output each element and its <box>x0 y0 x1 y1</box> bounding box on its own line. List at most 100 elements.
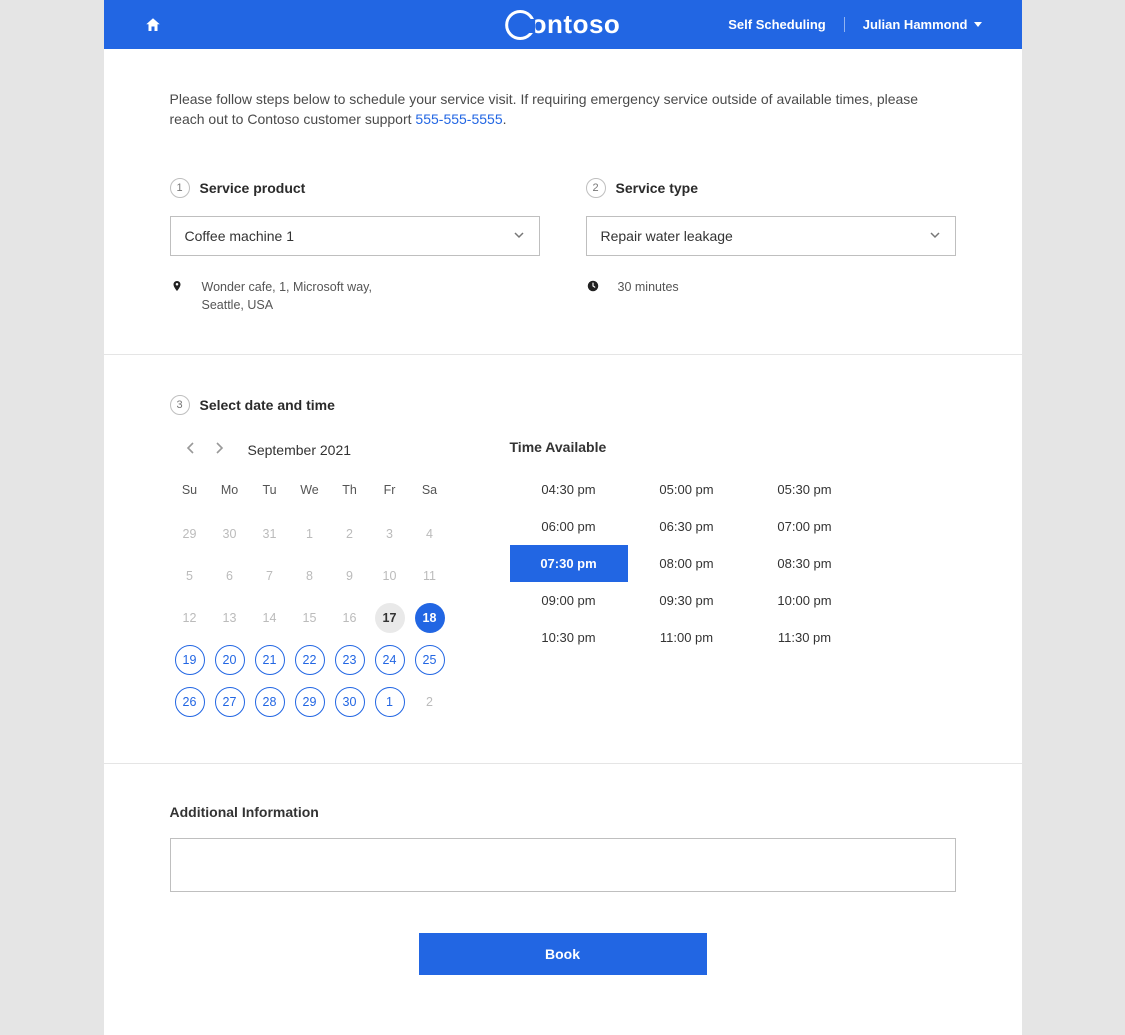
divider <box>104 763 1022 764</box>
time-slot[interactable]: 10:00 pm <box>746 582 864 619</box>
time-slot[interactable]: 07:00 pm <box>746 508 864 545</box>
calendar-day: 4 <box>426 513 433 555</box>
calendar-day[interactable]: 29 <box>295 687 325 717</box>
step-2-head: 2 Service type <box>586 178 956 198</box>
step-1: 1 Service product Coffee machine 1 Wonde… <box>170 178 540 314</box>
calendar-day[interactable]: 20 <box>215 645 245 675</box>
calendar-day: 1 <box>306 513 313 555</box>
calendar-day: 10 <box>383 555 397 597</box>
service-type-value: Repair water leakage <box>601 228 733 244</box>
calendar-month: September 2021 <box>248 442 352 458</box>
additional-info-input[interactable] <box>170 838 956 892</box>
calendar-weekday: Sa <box>410 475 450 513</box>
time-slot[interactable]: 11:30 pm <box>746 619 864 656</box>
time-available: Time Available 04:30 pm05:00 pm05:30 pm0… <box>510 437 956 723</box>
calendar-day[interactable]: 28 <box>255 687 285 717</box>
location-pin-icon <box>170 278 184 314</box>
chevron-down-icon <box>513 228 525 244</box>
time-slot[interactable]: 09:00 pm <box>510 582 628 619</box>
calendar-day[interactable]: 25 <box>415 645 445 675</box>
step-3-head: 3 Select date and time <box>170 395 956 415</box>
time-slot[interactable]: 11:00 pm <box>628 619 746 656</box>
calendar-day[interactable]: 22 <box>295 645 325 675</box>
calendar-head: September 2021 <box>170 437 450 463</box>
user-menu[interactable]: Julian Hammond <box>845 17 982 32</box>
time-slot[interactable]: 06:00 pm <box>510 508 628 545</box>
book-button[interactable]: Book <box>419 933 707 975</box>
calendar-day: 13 <box>223 597 237 639</box>
home-icon[interactable] <box>144 16 162 34</box>
step-1-title: Service product <box>200 180 306 196</box>
additional-info-title: Additional Information <box>170 804 956 820</box>
additional-info-section: Additional Information <box>170 804 956 895</box>
calendar-day: 31 <box>263 513 277 555</box>
step-row-1: 1 Service product Coffee machine 1 Wonde… <box>170 178 956 314</box>
calendar-day: 15 <box>303 597 317 639</box>
step-1-head: 1 Service product <box>170 178 540 198</box>
calendar-day[interactable]: 27 <box>215 687 245 717</box>
time-available-title: Time Available <box>510 439 956 455</box>
calendar-day[interactable]: 17 <box>375 603 405 633</box>
self-scheduling-link[interactable]: Self Scheduling <box>728 17 845 32</box>
time-slot[interactable]: 06:30 pm <box>628 508 746 545</box>
brand-text: ontoso <box>531 9 621 40</box>
step-1-num: 1 <box>170 178 190 198</box>
calendar-weekday: Th <box>330 475 370 513</box>
book-wrap: Book <box>170 933 956 975</box>
step-2-title: Service type <box>616 180 699 196</box>
time-slot[interactable]: 07:30 pm <box>510 545 628 582</box>
calendar-day[interactable]: 24 <box>375 645 405 675</box>
calendar-day: 16 <box>343 597 357 639</box>
logo-c-icon <box>505 10 535 40</box>
calendar-day: 8 <box>306 555 313 597</box>
calendar-day[interactable]: 18 <box>415 603 445 633</box>
calendar-day: 5 <box>186 555 193 597</box>
step-3-title: Select date and time <box>200 397 335 413</box>
support-phone-link[interactable]: 555-555-5555 <box>415 111 502 127</box>
calendar-day[interactable]: 23 <box>335 645 365 675</box>
calendar-weekday: We <box>290 475 330 513</box>
duration-meta: 30 minutes <box>586 278 956 296</box>
duration-text: 30 minutes <box>618 278 679 296</box>
location-line-2: Seattle, USA <box>202 296 372 314</box>
calendar-day: 30 <box>223 513 237 555</box>
service-product-value: Coffee machine 1 <box>185 228 294 244</box>
location-text: Wonder cafe, 1, Microsoft way, Seattle, … <box>202 278 372 314</box>
brand-logo: ontoso <box>505 9 621 40</box>
time-slot[interactable]: 10:30 pm <box>510 619 628 656</box>
time-slot[interactable]: 08:30 pm <box>746 545 864 582</box>
time-slot[interactable]: 09:30 pm <box>628 582 746 619</box>
step-2-num: 2 <box>586 178 606 198</box>
calendar-day[interactable]: 1 <box>375 687 405 717</box>
step-2: 2 Service type Repair water leakage 30 m… <box>586 178 956 314</box>
calendar-day: 12 <box>183 597 197 639</box>
calendar: September 2021 SuMoTuWeThFrSa29303112345… <box>170 437 450 723</box>
calendar-day: 7 <box>266 555 273 597</box>
next-month-button[interactable] <box>212 437 226 463</box>
calendar-day: 6 <box>226 555 233 597</box>
divider <box>104 354 1022 355</box>
calendar-day: 3 <box>386 513 393 555</box>
calendar-day[interactable]: 26 <box>175 687 205 717</box>
prev-month-button[interactable] <box>184 437 198 463</box>
time-slot[interactable]: 05:30 pm <box>746 471 864 508</box>
location-meta: Wonder cafe, 1, Microsoft way, Seattle, … <box>170 278 540 314</box>
step-3-num: 3 <box>170 395 190 415</box>
calendar-day: 11 <box>423 555 436 597</box>
calendar-weekday: Mo <box>210 475 250 513</box>
chevron-down-icon <box>929 228 941 244</box>
time-grid: 04:30 pm05:00 pm05:30 pm 06:00 pm06:30 pm… <box>510 471 956 656</box>
calendar-weekday: Fr <box>370 475 410 513</box>
service-product-select[interactable]: Coffee machine 1 <box>170 216 540 256</box>
calendar-day[interactable]: 21 <box>255 645 285 675</box>
calendar-day[interactable]: 19 <box>175 645 205 675</box>
calendar-day[interactable]: 30 <box>335 687 365 717</box>
header-right: Self Scheduling Julian Hammond <box>728 17 981 32</box>
time-slot[interactable]: 04:30 pm <box>510 471 628 508</box>
service-type-select[interactable]: Repair water leakage <box>586 216 956 256</box>
time-slot[interactable]: 05:00 pm <box>628 471 746 508</box>
time-slot[interactable]: 08:00 pm <box>628 545 746 582</box>
user-name: Julian Hammond <box>863 17 968 32</box>
calendar-day: 14 <box>263 597 277 639</box>
calendar-grid: SuMoTuWeThFrSa29303112345678910111213141… <box>170 475 450 723</box>
